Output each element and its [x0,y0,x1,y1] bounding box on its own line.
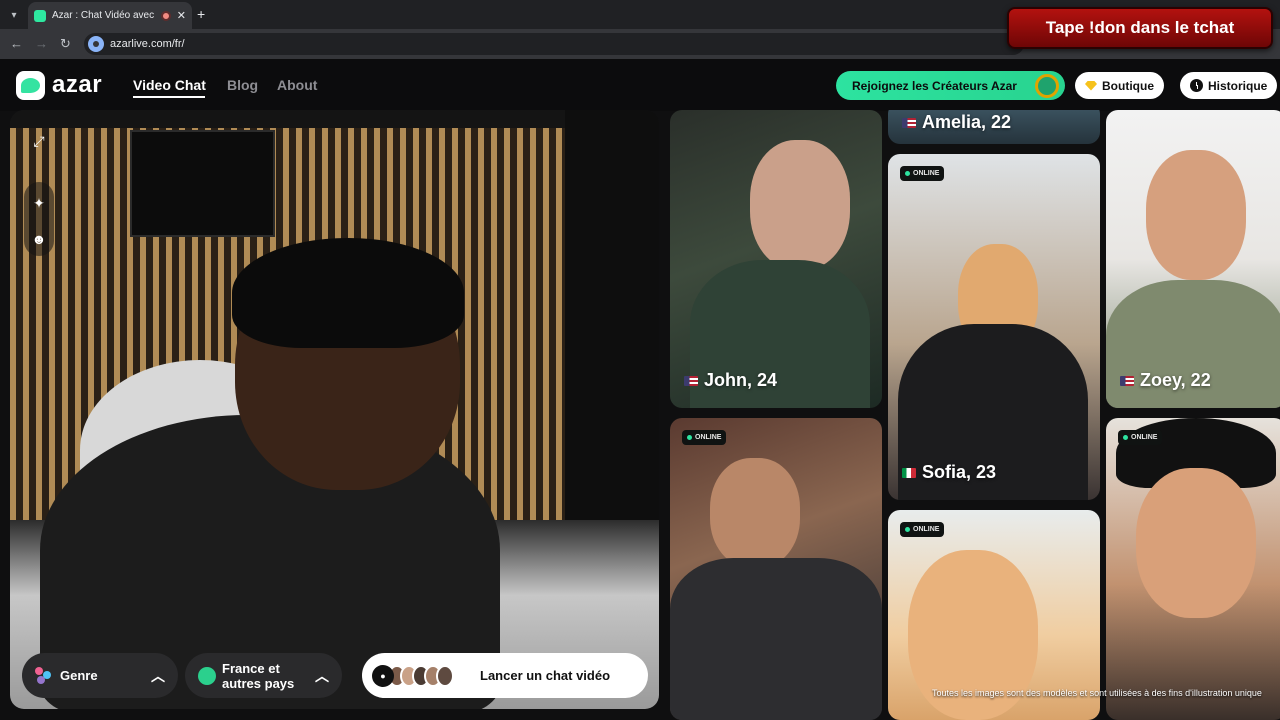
start-video-chat-button[interactable]: ● Lancer un chat vidéo [362,653,648,698]
profile-name: John, 24 [704,370,778,390]
url-text: azarlive.com/fr/ [110,38,185,50]
video-toolbar: ⤢ ✦ ☻ [24,126,54,262]
shop-label: Boutique [1102,78,1154,93]
tab-close-icon[interactable]: ✕ [177,9,186,22]
face-filter-icon[interactable]: ☻ [24,224,54,254]
reload-icon[interactable]: ↻ [60,36,71,52]
online-badge: ONLINE [900,522,945,537]
online-badge: ONLINE [1118,430,1163,445]
new-tab-button[interactable]: + [197,6,205,22]
site-info-icon[interactable] [88,36,104,52]
genre-label: Genre [60,668,98,683]
genre-icon [35,667,52,684]
creators-button[interactable]: Rejoignez les Créateurs Azar [836,71,1065,100]
shop-button[interactable]: Boutique [1075,72,1164,99]
gem-icon [1085,80,1097,91]
profile-gallery: John, 24 ONLINE Amelia, 22 ONLINE Sofia,… [670,110,1280,720]
nav-active-underline [133,96,205,98]
clock-icon [1190,79,1203,92]
profile-card[interactable]: John, 24 [670,110,882,408]
cta-label: Lancer un chat vidéo [480,668,611,683]
site-header: azar Video Chat Blog About Rejoignez les… [0,59,1280,111]
avatar-stack: ● [372,664,462,688]
profile-name: Amelia, 22 [922,112,1012,132]
profile-card[interactable]: Amelia, 22 [888,110,1100,144]
browser-tab[interactable]: Azar : Chat Vidéo avec de n ✕ [28,2,192,29]
nav-blog[interactable]: Blog [227,77,258,93]
country-filter-button[interactable]: France et autres pays ︿ [185,653,342,698]
profile-card[interactable]: ONLINE Sofia, 23 [888,154,1100,500]
history-button[interactable]: Historique [1180,72,1278,99]
logo-text[interactable]: azar [52,71,102,99]
profile-name: Zoey, 22 [1140,370,1211,390]
profile-card[interactable]: Zoey, 22 [1106,110,1280,408]
country-label-line1: France et [222,660,280,676]
globe-icon [198,666,216,685]
expand-icon[interactable]: ⤢ [24,126,54,156]
tab-search-icon[interactable]: ▾ [4,5,24,25]
online-badge: ONLINE [682,430,727,445]
back-icon[interactable]: ← [10,36,23,51]
stream-overlay-banner: Tape !don dans le tchat [1007,7,1273,49]
creators-badge-icon [1035,74,1059,98]
url-field[interactable]: azarlive.com/fr/ [84,33,1024,55]
avatar [436,664,454,687]
profile-name: Sofia, 23 [922,462,997,482]
forward-icon[interactable]: → [35,36,48,51]
camera-icon: ● [372,664,394,687]
flag-us-icon [684,375,698,386]
profile-card[interactable]: ONLINE [1106,418,1280,720]
sparkle-icon[interactable]: ✦ [24,188,54,218]
flag-us-icon [902,117,916,128]
online-badge: ONLINE [900,166,945,181]
video-preview-panel: ⤢ ✦ ☻ Genre ︿ France et autres pays ︿ ● … [10,110,659,709]
flag-us-icon [1120,375,1134,386]
chevron-up-icon: ︿ [315,668,329,684]
nav-about[interactable]: About [277,77,317,93]
chevron-up-icon: ︿ [151,668,165,684]
tab-favicon-icon [34,9,46,22]
flag-it-icon [902,467,916,478]
tab-title: Azar : Chat Vidéo avec de n [52,10,155,21]
history-label: Historique [1208,78,1268,93]
creators-button-label: Rejoignez les Créateurs Azar [852,78,1017,93]
profile-card[interactable]: ONLINE [670,418,882,720]
azar-logo-icon[interactable] [16,71,45,100]
illustration-disclaimer: Toutes les images sont des modèles et so… [932,688,1262,698]
country-label-line2: autres pays [222,675,295,691]
genre-filter-button[interactable]: Genre ︿ [22,653,178,698]
nav-video-chat[interactable]: Video Chat [133,77,206,93]
recording-icon [160,10,171,21]
